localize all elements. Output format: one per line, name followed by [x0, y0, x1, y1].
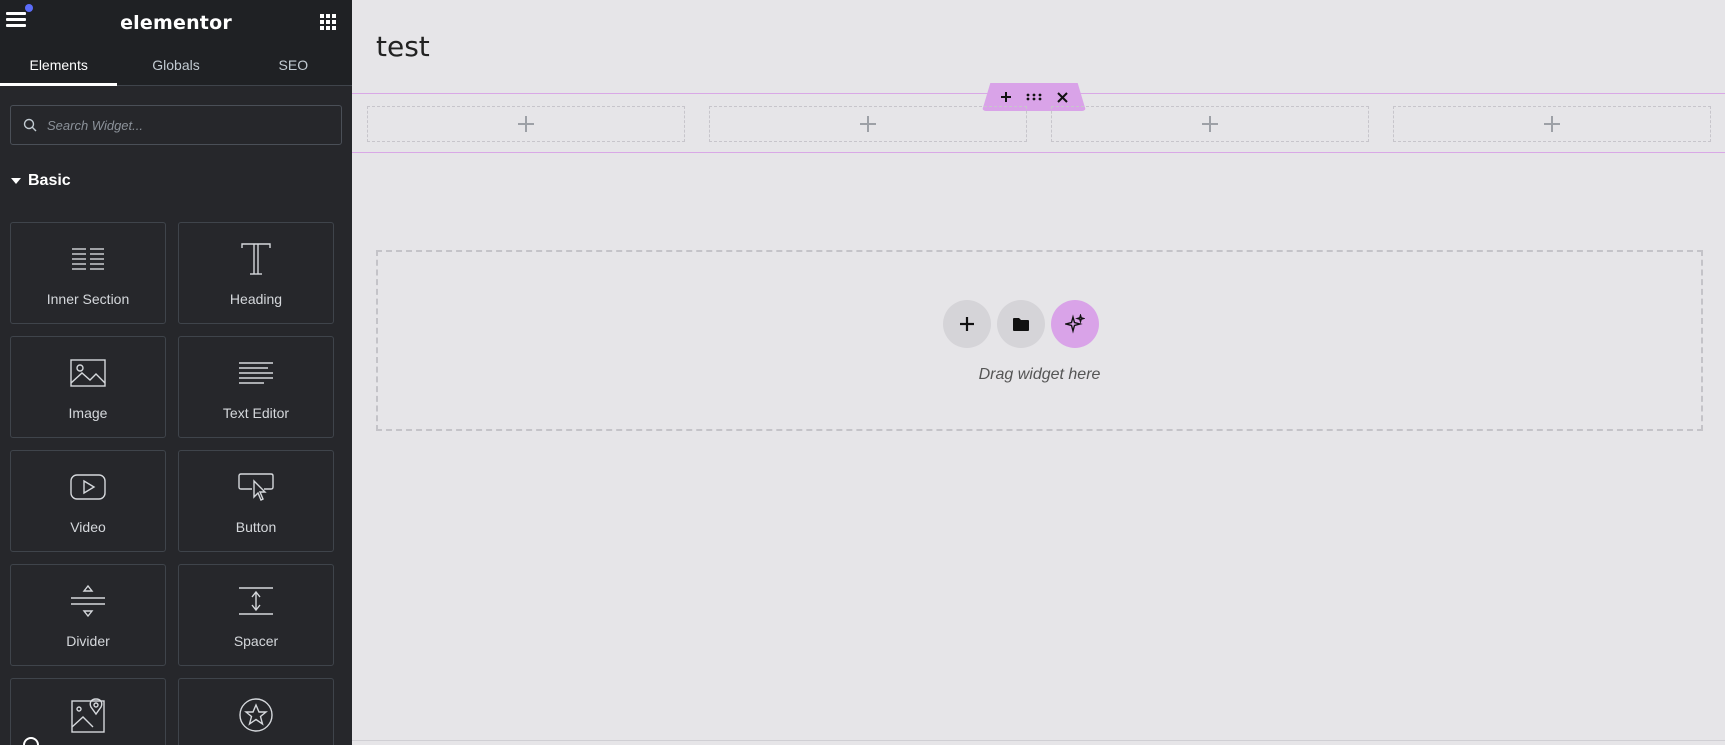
widget-label: Button	[235, 519, 277, 535]
widget-heading[interactable]: Heading	[178, 222, 334, 324]
text-editor-icon	[236, 353, 276, 393]
widget-label: Inner Section	[46, 291, 130, 307]
widget-spacer[interactable]: Spacer	[178, 564, 334, 666]
widget-label: Divider	[66, 633, 110, 649]
column-3-add[interactable]	[1051, 106, 1369, 142]
divider-icon	[68, 581, 108, 621]
widget-inner-section[interactable]: Inner Section	[10, 222, 166, 324]
tab-globals[interactable]: Globals	[117, 45, 234, 85]
editor-canvas: test Drag widget here	[352, 0, 1725, 745]
elementor-logo: elementor	[120, 11, 232, 34]
add-icon	[1544, 116, 1560, 132]
video-icon	[68, 467, 108, 507]
image-icon	[68, 353, 108, 393]
heading-icon	[236, 239, 276, 279]
column-1-add[interactable]	[367, 106, 685, 142]
section-container[interactable]	[352, 83, 1725, 153]
drop-zone-actions	[943, 300, 1099, 348]
canvas-bottom-divider	[352, 740, 1725, 741]
button-icon	[236, 467, 276, 507]
folder-icon	[1013, 317, 1029, 331]
sidebar-header: elementor	[0, 0, 352, 45]
sidebar-tabs: Elements Globals SEO	[0, 45, 352, 86]
add-section-button[interactable]	[943, 300, 991, 348]
widget-label: Spacer	[233, 633, 279, 649]
page-title: test	[376, 30, 430, 63]
close-icon[interactable]	[1051, 86, 1073, 108]
widget-star-rating[interactable]	[178, 678, 334, 745]
widget-google-maps[interactable]	[10, 678, 166, 745]
widget-drop-zone[interactable]: Drag widget here	[376, 250, 1703, 431]
search-widget-input[interactable]	[47, 117, 307, 133]
widget-label: Heading	[229, 291, 283, 307]
widget-label: Text Editor	[222, 405, 290, 421]
tab-seo[interactable]: SEO	[235, 45, 352, 85]
template-library-button[interactable]	[997, 300, 1045, 348]
ai-builder-button[interactable]	[1051, 300, 1099, 348]
category-label: Basic	[28, 172, 71, 189]
widget-label: Video	[70, 519, 106, 535]
star-icon	[236, 695, 276, 735]
hamburger-menu-icon[interactable]	[6, 12, 28, 32]
column-2-add[interactable]	[709, 106, 1027, 142]
tab-elements[interactable]: Elements	[0, 45, 118, 86]
caret-down-icon	[11, 178, 21, 184]
widget-divider[interactable]: Divider	[10, 564, 166, 666]
search-icon	[23, 118, 37, 132]
drop-zone-hint: Drag widget here	[978, 366, 1101, 383]
widget-grid: Inner Section Heading Image Text Editor	[10, 222, 334, 745]
add-section-icon[interactable]	[995, 86, 1017, 108]
google-maps-icon	[68, 695, 108, 735]
widget-video[interactable]: Video	[10, 450, 166, 552]
drag-handle-icon[interactable]	[1023, 86, 1045, 108]
widget-text-editor[interactable]: Text Editor	[178, 336, 334, 438]
add-icon	[960, 317, 974, 331]
spacer-icon	[236, 581, 276, 621]
notification-dot	[25, 4, 33, 12]
ai-sparkle-icon	[1065, 314, 1085, 334]
apps-grid-icon[interactable]	[320, 14, 336, 30]
add-icon	[1202, 116, 1218, 132]
widget-button[interactable]: Button	[178, 450, 334, 552]
add-icon	[860, 116, 876, 132]
widget-image[interactable]: Image	[10, 336, 166, 438]
column-4-add[interactable]	[1393, 106, 1711, 142]
search-box	[10, 105, 342, 145]
category-basic-toggle[interactable]: Basic	[11, 171, 352, 191]
inner-section-icon	[68, 239, 108, 279]
add-icon	[518, 116, 534, 132]
widget-label: Image	[68, 405, 108, 421]
editor-sidebar: elementor Elements Globals SEO Basic Inn…	[0, 0, 352, 745]
